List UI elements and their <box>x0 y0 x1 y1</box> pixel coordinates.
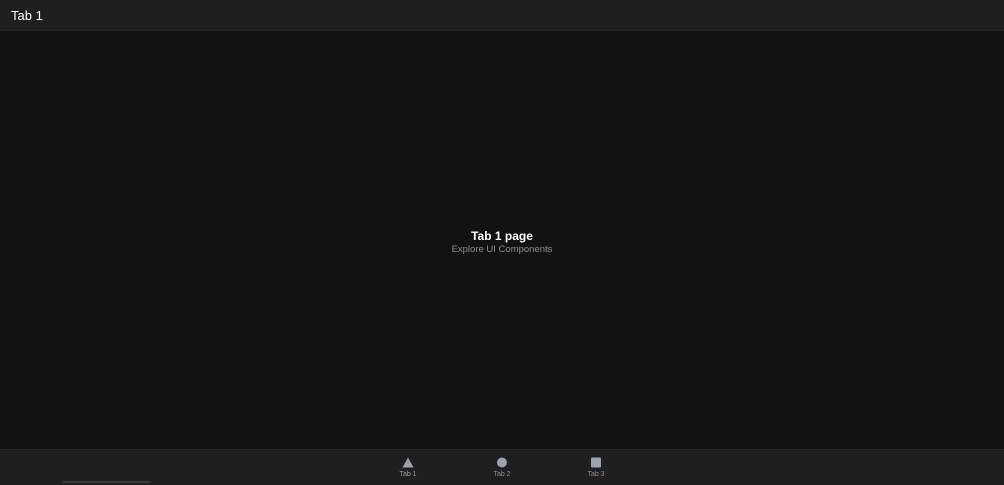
square-icon <box>591 457 601 468</box>
page-title: Tab 1 <box>11 8 43 23</box>
triangle-icon <box>402 457 414 468</box>
tab-1[interactable]: Tab 1 <box>378 454 438 482</box>
tab-1-label: Tab 1 <box>399 471 417 478</box>
content-title: Tab 1 page <box>471 229 533 243</box>
content-subtitle: Explore UI Components <box>451 244 553 255</box>
tab-3[interactable]: Tab 3 <box>566 454 626 482</box>
main-content: Tab 1 page Explore UI Components <box>1 31 1003 449</box>
tab-2[interactable]: Tab 2 <box>472 454 532 482</box>
tab-3-label: Tab 3 <box>587 471 605 478</box>
explore-container: Tab 1 page Explore UI Components <box>1 229 1003 256</box>
tab-bar: Tab 1 Tab 2 Tab 3 <box>0 449 1004 485</box>
app-window: Tab 1 Tab 1 page Explore UI Components T… <box>0 0 1004 485</box>
tab-2-label: Tab 2 <box>493 471 511 478</box>
circle-icon <box>497 457 507 468</box>
scroll-indicator <box>62 481 150 483</box>
header-toolbar: Tab 1 <box>0 0 1004 31</box>
